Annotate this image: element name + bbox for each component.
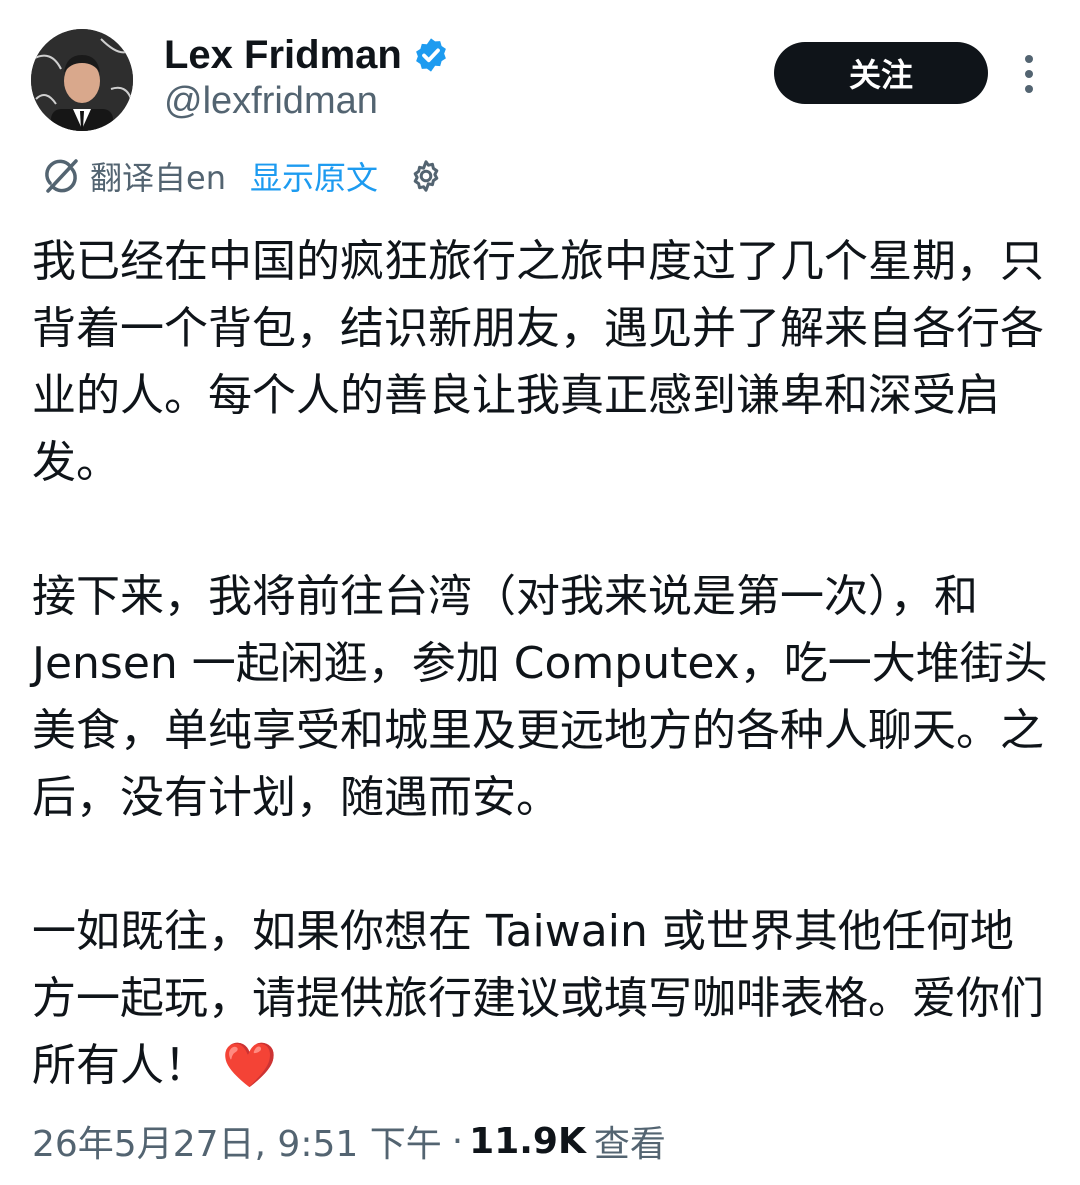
- avatar[interactable]: [31, 29, 133, 131]
- translation-bar: 翻译自en 显示原文: [42, 150, 444, 202]
- views-count: 11.9K: [469, 1120, 586, 1162]
- tweet-text: 我已经在中国的疯狂旅行之旅中度过了几个星期，只背着一个背包，结识新朋友，遇见并了…: [32, 228, 1048, 1099]
- show-original-link[interactable]: 显示原文: [250, 153, 378, 199]
- heart-emoji: ❤️: [222, 1040, 277, 1091]
- follow-button[interactable]: 关注: [774, 42, 988, 104]
- verified-badge-icon: [415, 38, 446, 72]
- translated-from-label: 翻译自en: [90, 159, 226, 197]
- more-vertical-icon[interactable]: [1014, 52, 1044, 96]
- tweet-body: 我已经在中国的疯狂旅行之旅中度过了几个星期，只背着一个背包，结识新朋友，遇见并了…: [32, 236, 1048, 1091]
- views-label: 查看: [593, 1124, 666, 1165]
- avatar-image: [31, 29, 133, 131]
- author-handle[interactable]: @lexfridman: [164, 80, 378, 123]
- tweet-meta: 26年5月27日, 9:51 下午 · 11.9K 查看: [32, 1112, 666, 1170]
- tweet-timestamp[interactable]: 26年5月27日, 9:51 下午: [32, 1115, 442, 1167]
- author-name-row[interactable]: Lex Fridman: [164, 30, 450, 80]
- gear-icon[interactable]: [408, 158, 444, 194]
- meta-separator: ·: [451, 1120, 464, 1162]
- author-name[interactable]: Lex Fridman: [164, 33, 402, 78]
- translate-icon: [45, 159, 78, 193]
